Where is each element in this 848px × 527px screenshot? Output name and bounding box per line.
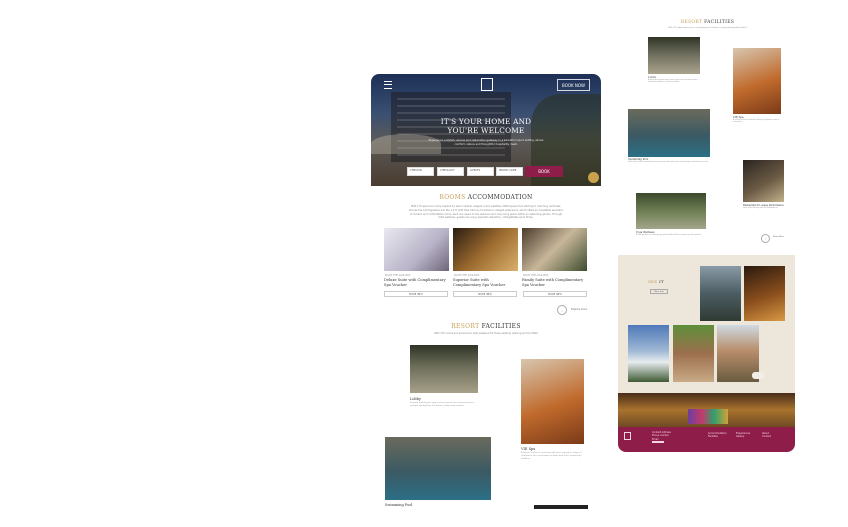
facility-name: VIE Spa xyxy=(521,447,536,451)
facilities-title-dark: FACILITIES xyxy=(481,323,521,330)
gallery-image[interactable] xyxy=(628,325,669,382)
lobby-image[interactable] xyxy=(648,37,700,74)
checkin-field[interactable]: CHECK-IN xyxy=(407,167,434,176)
footer-col2: Accommodation Facilities xyxy=(708,432,727,439)
facility-name: Swimming Pool xyxy=(385,503,413,507)
right-facilities-title: RESORT FACILITIES xyxy=(660,20,755,25)
gallery-image[interactable] xyxy=(673,325,714,382)
footer-link[interactable]: Facilities xyxy=(708,435,727,438)
arrow-right-icon[interactable]: › xyxy=(557,305,567,315)
arrow-right-icon[interactable]: › xyxy=(761,234,770,243)
footer-link[interactable]: Gallery xyxy=(736,435,750,438)
hero-title-line2: YOU'RE WELCOME xyxy=(447,126,525,135)
yoga-image[interactable] xyxy=(636,193,706,229)
room-title[interactable]: Deluxe Suite with Complimentary Spa Vouc… xyxy=(384,278,448,287)
room-more-info-button[interactable]: MORE INFO xyxy=(453,291,517,297)
facility-name: Yoga Wellness xyxy=(636,231,655,234)
facility-name: Restaurant & Lounge Performance xyxy=(743,204,784,207)
cushions-decor xyxy=(688,409,728,424)
room-more-info-button[interactable]: MORE INFO xyxy=(384,291,448,297)
facility-name: Lobby xyxy=(410,397,421,401)
gallery-arrow-icon[interactable] xyxy=(752,372,764,379)
footer-col4: About Contact xyxy=(762,432,771,439)
checkout-field[interactable]: CHECK-OUT xyxy=(437,167,464,176)
social-icons[interactable] xyxy=(652,441,664,443)
hero-subtitle: Experience a stylish, serene and restora… xyxy=(428,139,544,146)
spa-image[interactable] xyxy=(733,48,781,114)
room-title[interactable]: Family Suite with Complimentary Spa Vouc… xyxy=(522,278,586,287)
footer-logo[interactable] xyxy=(624,432,631,440)
rooms-description: With 175 spacious rooms inspired by warm… xyxy=(408,205,564,220)
rooms-title-dark: ACCOMMODATION xyxy=(467,194,533,201)
right-facilities-title-gold: RESORT xyxy=(680,20,703,25)
rooms-title-gold: ROOMS xyxy=(439,194,466,201)
book-now-button[interactable]: BOOK NOW xyxy=(557,79,590,91)
right-facilities-explore-link[interactable]: Show More xyxy=(773,236,784,238)
see-title-dark: IT xyxy=(659,279,664,284)
room-type-label: ROOM TYPE AVAILABLE xyxy=(454,274,480,277)
room-title[interactable]: Superior Suite with Complimentary Spa Vo… xyxy=(453,278,517,287)
facilities-title-gold: RESORT xyxy=(451,323,480,330)
rooms-explore-link[interactable]: Explore more xyxy=(571,308,587,311)
facilities-section-title: RESORT FACILITIES xyxy=(420,323,552,330)
book-button[interactable]: BOOK xyxy=(525,166,563,177)
footer-bar xyxy=(618,427,795,452)
menu-icon[interactable] xyxy=(384,81,392,89)
facility-name: Lobby xyxy=(648,76,657,79)
promo-field[interactable]: PROMO CODE xyxy=(496,167,523,176)
hero-title-line1: IT'S YOUR HOME AND xyxy=(440,117,532,126)
facility-description: A grand and elegant space where guests a… xyxy=(648,80,698,84)
facility-description: Savor refined dining with live performan… xyxy=(743,208,779,209)
room-type-label: ROOM TYPE AVAILABLE xyxy=(385,274,411,277)
footer-link[interactable]: Contact xyxy=(762,435,771,438)
room-type-label: ROOM TYPE AVAILABLE xyxy=(523,274,549,277)
chat-icon[interactable] xyxy=(588,172,599,183)
gallery-image[interactable] xyxy=(700,266,741,321)
spa-image[interactable] xyxy=(521,359,584,444)
footer-col3: Experiences Gallery xyxy=(736,432,750,439)
room-more-info-button[interactable]: MORE INFO xyxy=(523,291,587,297)
restaurant-image[interactable] xyxy=(743,160,784,202)
rooms-section-title: ROOMS ACCOMMODATION xyxy=(420,194,552,201)
see-title-gold: SEE xyxy=(648,279,658,284)
facility-name: Swimming Pool xyxy=(628,158,649,161)
image-placeholder xyxy=(534,505,588,509)
lobby-image[interactable] xyxy=(410,345,478,393)
facility-description: A holistic wellness sanctuary offering a… xyxy=(733,120,780,124)
facility-description: A holistic wellness sanctuary offering a… xyxy=(521,452,582,461)
facility-description: A grand and elegant space where guests a… xyxy=(410,402,475,408)
room-image[interactable] xyxy=(522,228,587,271)
guests-field[interactable]: GUESTS xyxy=(467,167,494,176)
pool-image[interactable] xyxy=(385,437,491,500)
footer-col1: Contact Address Phone number Email xyxy=(652,431,671,441)
pool-image[interactable] xyxy=(628,109,710,157)
resort-logo[interactable] xyxy=(481,78,493,91)
facility-description: Relax by the pool surrounded by lush gre… xyxy=(628,162,709,163)
facility-name: VIE Spa xyxy=(733,116,744,119)
see-it-title: SEE IT xyxy=(648,279,664,284)
see-more-button[interactable]: More Info xyxy=(650,289,668,294)
facility-description: A calm pavilion for morning yoga and min… xyxy=(636,235,702,236)
hero-title: IT'S YOUR HOME AND YOU'RE WELCOME xyxy=(430,117,542,135)
facilities-description: With 175 rooms and services to sixty ple… xyxy=(434,332,538,335)
right-facilities-title-dark: FACILITIES xyxy=(704,20,735,25)
room-image[interactable] xyxy=(384,228,449,271)
room-image[interactable] xyxy=(453,228,518,271)
right-facilities-description: With 175 rooms and services to sixty ple… xyxy=(668,27,747,29)
gallery-image[interactable] xyxy=(744,266,785,321)
